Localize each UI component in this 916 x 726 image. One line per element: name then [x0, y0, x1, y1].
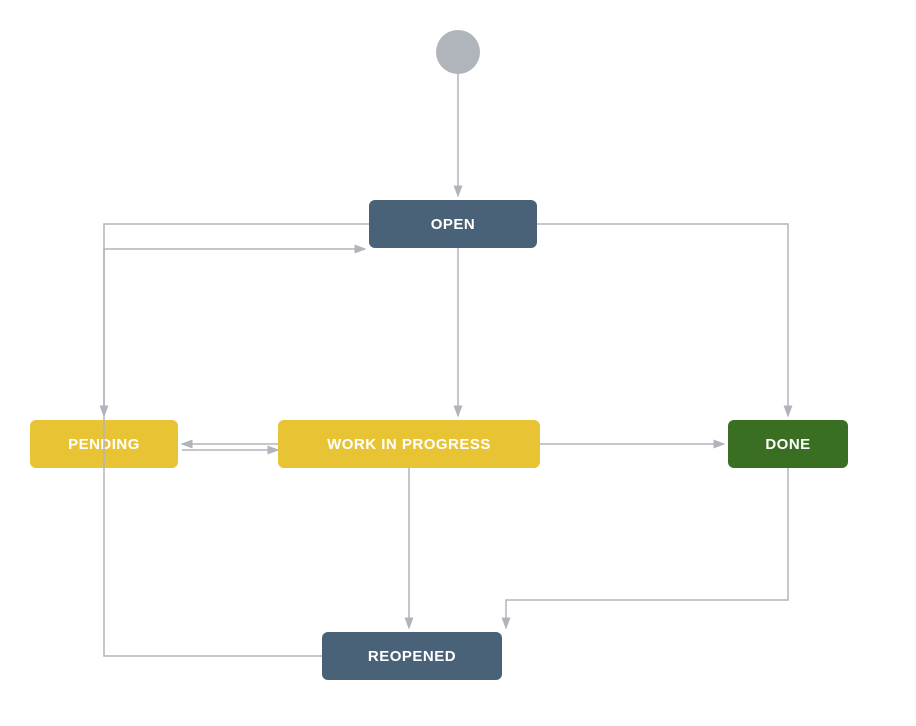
- arrow-done-to-reopened: [506, 468, 788, 628]
- wip-state[interactable]: WORK IN PROGRESS: [278, 420, 540, 468]
- reopened-state[interactable]: REOPENED: [322, 632, 502, 680]
- connections-svg: [0, 0, 916, 726]
- arrow-open-to-done: [537, 224, 788, 416]
- arrow-reopened-left-path: [104, 468, 322, 656]
- arrow-open-to-pending: [104, 224, 369, 416]
- done-state[interactable]: DONE: [728, 420, 848, 468]
- diagram-container: OPEN PENDING WORK IN PROGRESS DONE REOPE…: [0, 0, 916, 726]
- start-node: [436, 30, 480, 74]
- pending-state[interactable]: PENDING: [30, 420, 178, 468]
- open-state[interactable]: OPEN: [369, 200, 537, 248]
